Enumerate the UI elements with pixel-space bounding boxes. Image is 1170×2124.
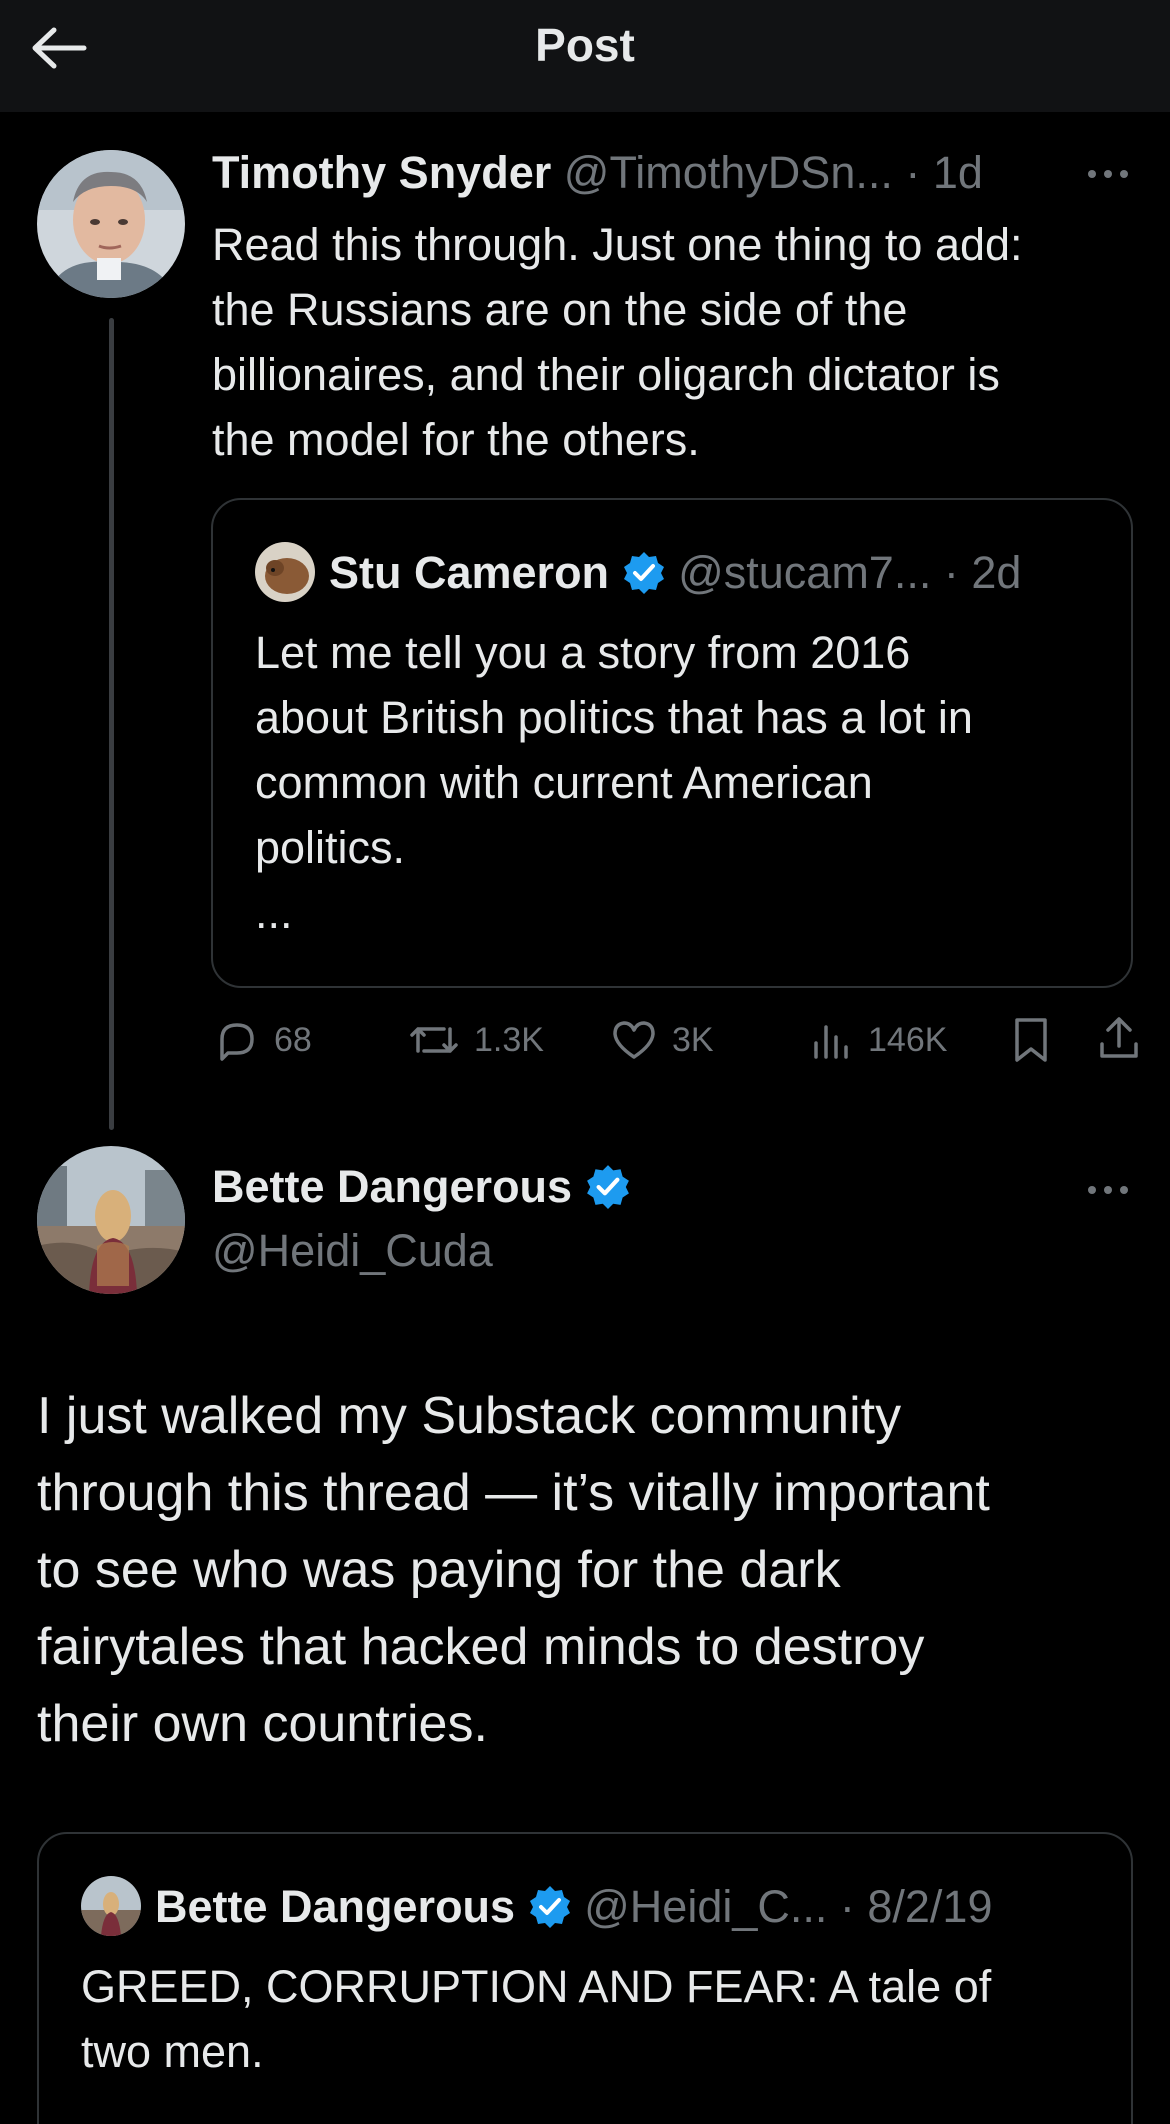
share-icon[interactable] — [1096, 1014, 1142, 1062]
quote-author-handle: @stucam7... — [678, 547, 932, 598]
verified-icon — [529, 1886, 570, 1929]
views-button[interactable]: 146K — [808, 1015, 947, 1065]
repost-button[interactable]: 1.3K — [408, 1015, 544, 1065]
top-bar: Post — [0, 0, 1170, 112]
reply-count: 68 — [274, 1020, 312, 1059]
quoted-post-2[interactable]: Bette Dangerous @Heidi_C... · 8/2/19 GRE… — [37, 1832, 1133, 2124]
quote-2-text: GREED, CORRUPTION AND FEAR: A tale of tw… — [81, 1961, 992, 2077]
like-button[interactable]: 3K — [610, 1015, 714, 1065]
avatar-stu-cameron — [255, 542, 315, 602]
post-text: Read this through. Just one thing to add… — [212, 219, 1023, 465]
avatar-timothy-snyder[interactable] — [37, 150, 185, 298]
repost-icon — [410, 1027, 458, 1053]
views-count: 146K — [868, 1020, 948, 1059]
quoted-post[interactable]: Stu Cameron @stucam7... · 2d Let me tell… — [211, 498, 1133, 988]
reply-author-name[interactable]: Bette Dangerous — [212, 1161, 572, 1212]
avatar-bette-dangerous[interactable] — [37, 1146, 185, 1294]
quote-2-author-handle: @Heidi_C... — [584, 1881, 828, 1932]
more-icon[interactable] — [1086, 1184, 1130, 1196]
more-icon[interactable] — [1086, 168, 1130, 180]
page-title: Post — [535, 19, 635, 71]
reply-header: Bette Dangerous — [212, 1160, 631, 1214]
post-time[interactable]: · 1d — [905, 147, 983, 198]
quote-header: Stu Cameron @stucam7... · 2d — [329, 546, 1021, 600]
quote-author-name: Stu Cameron — [329, 547, 610, 598]
reply-button[interactable]: 68 — [214, 1015, 312, 1065]
thread-line — [109, 318, 114, 1130]
like-icon — [613, 1021, 655, 1059]
quote-time: · 2d — [943, 547, 1022, 598]
author-name[interactable]: Timothy Snyder — [212, 147, 551, 198]
quote-2-header: Bette Dangerous @Heidi_C... · 8/2/19 — [155, 1880, 993, 1934]
reply-icon — [220, 1023, 254, 1061]
reply-text: I just walked my Substack community thro… — [37, 1387, 990, 1753]
avatar-bette-dangerous-small — [81, 1876, 141, 1936]
repost-count: 1.3K — [474, 1020, 544, 1059]
bookmark-icon[interactable] — [1010, 1016, 1052, 1064]
quote-2-time: · 8/2/19 — [839, 1881, 993, 1932]
verified-icon — [623, 552, 664, 595]
like-count: 3K — [672, 1020, 714, 1059]
quote-2-author-name: Bette Dangerous — [155, 1881, 516, 1932]
verified-icon — [586, 1165, 629, 1210]
views-icon — [814, 1025, 848, 1059]
post-header: Timothy Snyder @TimothyDSn... · 1d — [212, 146, 983, 200]
quote-text: Let me tell you a story from 2016 about … — [255, 627, 973, 938]
author-handle[interactable]: @TimothyDSn... — [564, 147, 893, 198]
reply-author-handle[interactable]: @Heidi_Cuda — [212, 1224, 493, 1278]
